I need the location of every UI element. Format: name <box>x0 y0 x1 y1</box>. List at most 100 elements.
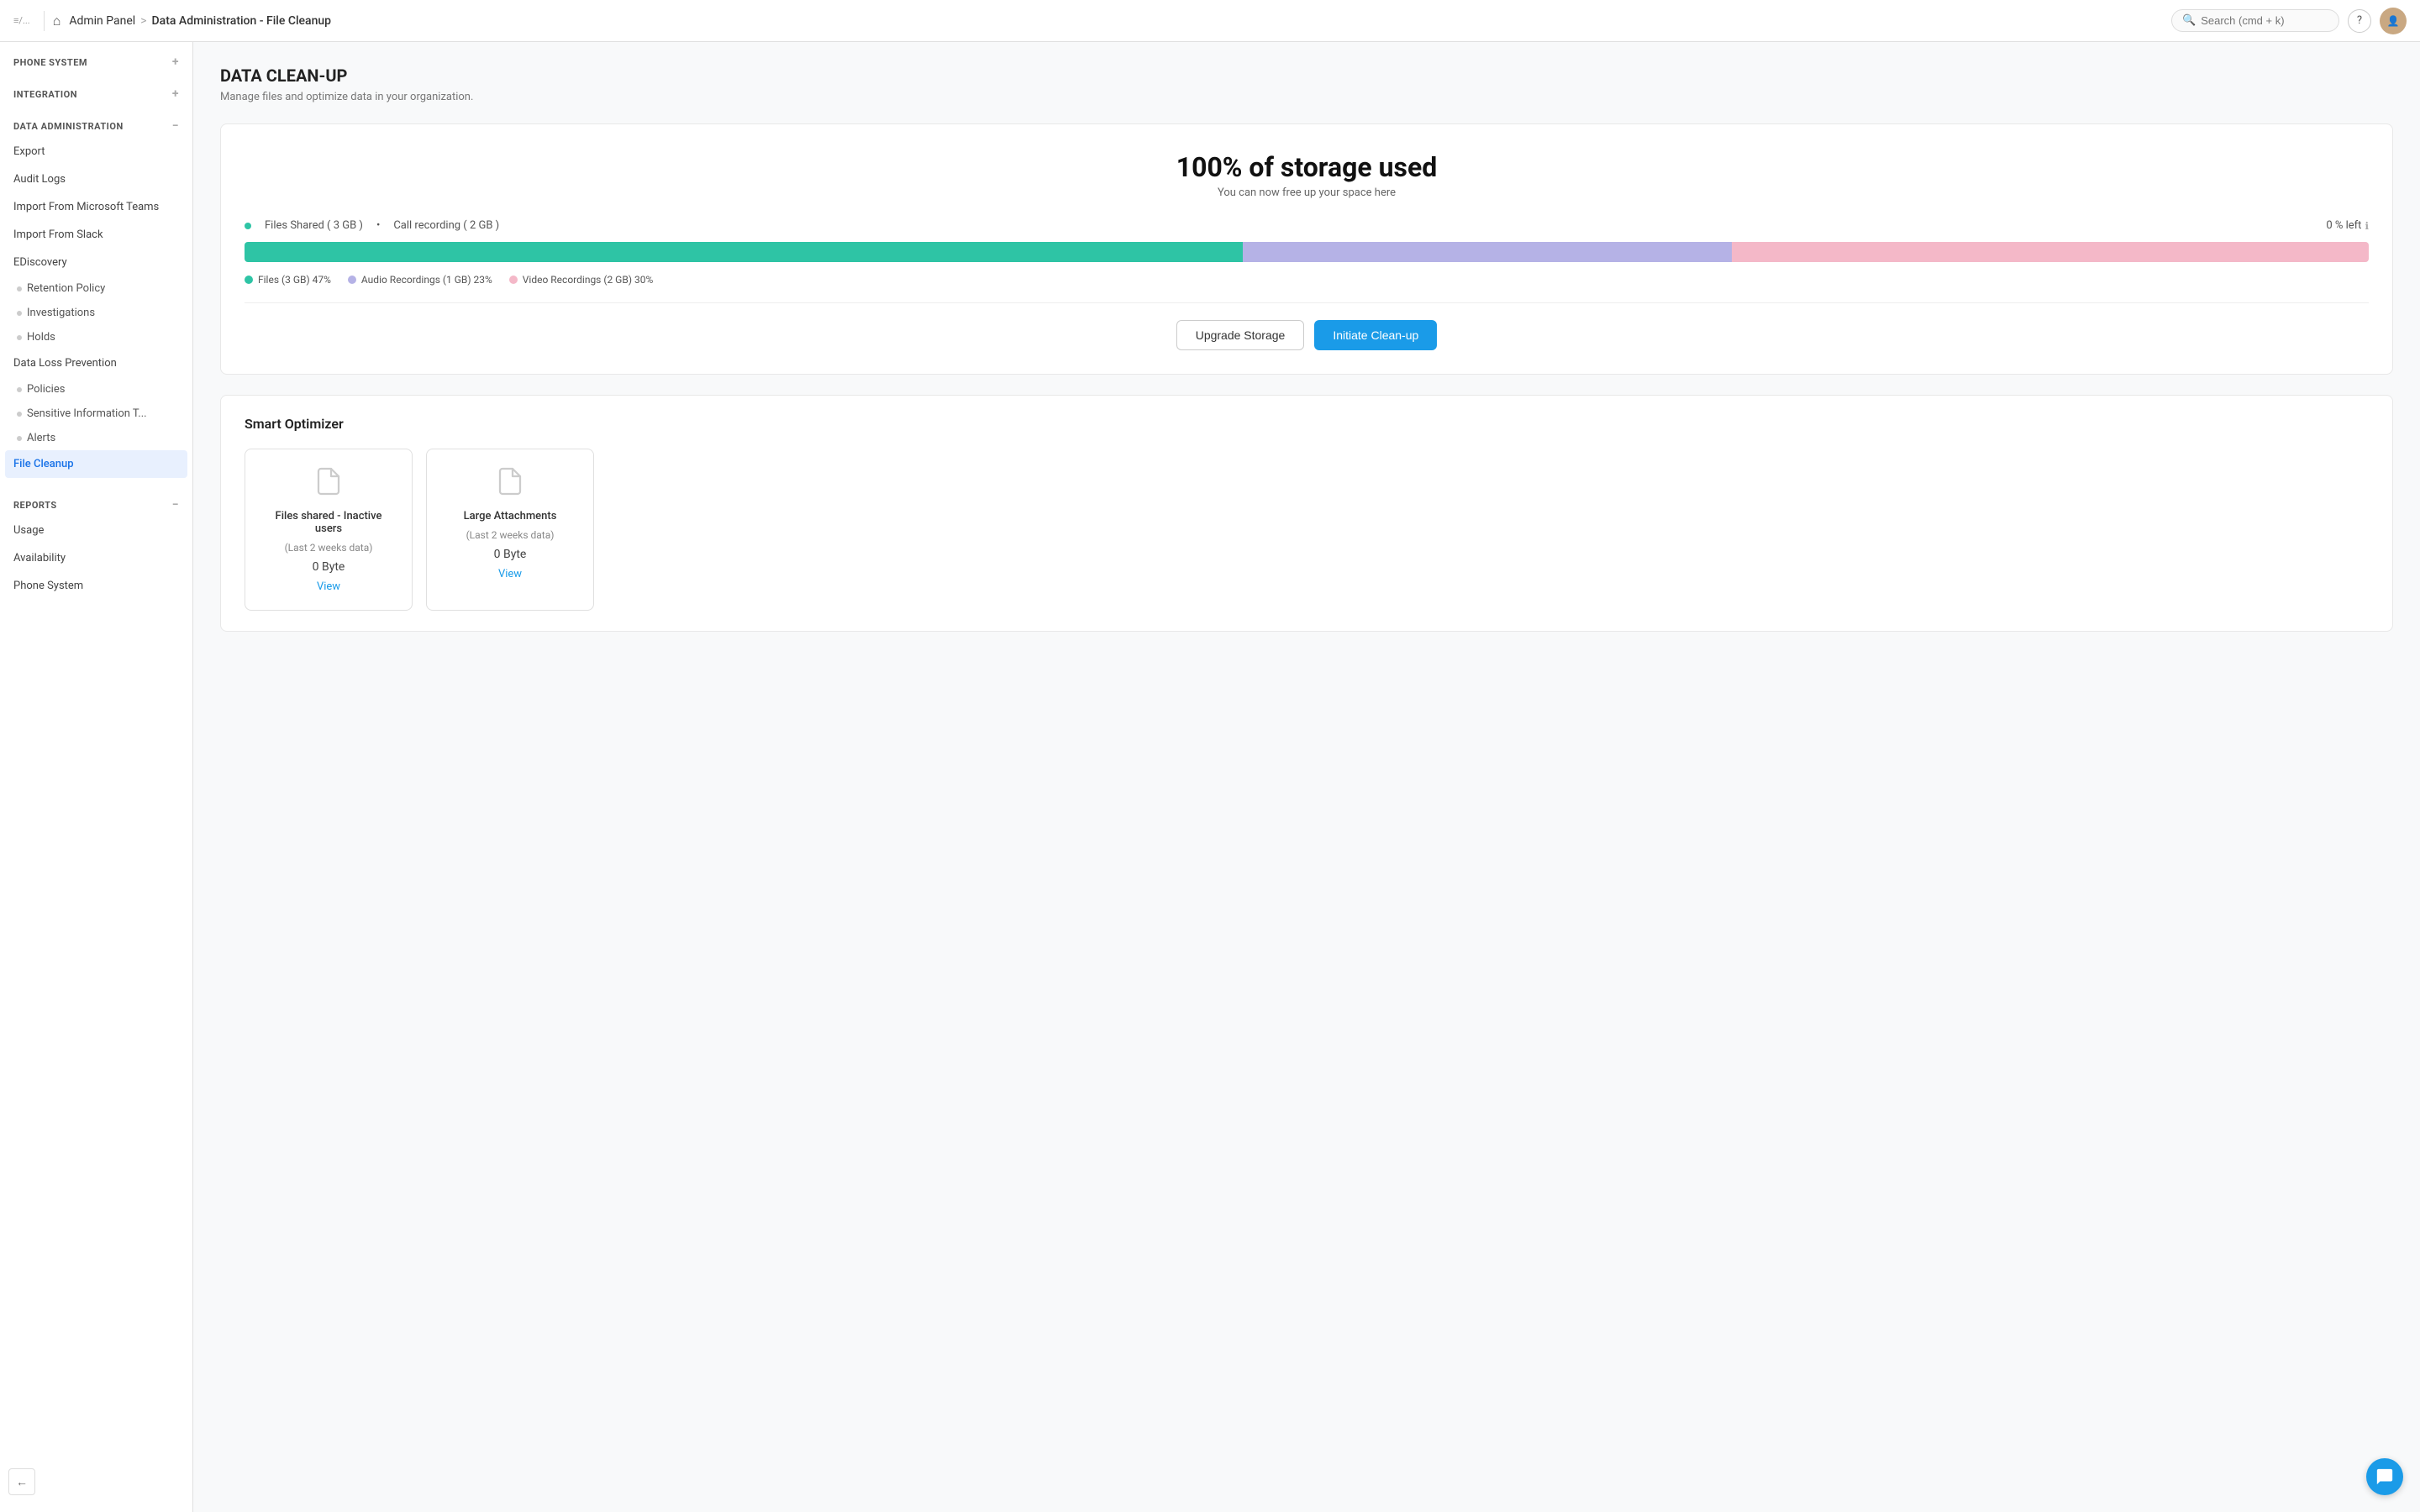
page-subtitle: Manage files and optimize data in your o… <box>220 91 2393 103</box>
bar-files <box>245 242 1243 262</box>
sidebar-item-retention-label: Retention Policy <box>27 282 105 295</box>
breadcrumb: Admin Panel > Data Administration - File… <box>69 14 331 28</box>
storage-percent: 100% of storage used <box>245 151 2369 183</box>
optimizer-section: Smart Optimizer Files shared - Inactive … <box>220 395 2393 632</box>
storage-actions: Upgrade Storage Initiate Clean-up <box>245 320 2369 350</box>
sidebar-item-dlp[interactable]: Data Loss Prevention <box>0 349 192 377</box>
avatar-initials: 👤 <box>2387 15 2400 27</box>
sidebar-item-alerts[interactable]: Alerts <box>0 426 192 450</box>
bar-video <box>1732 242 2369 262</box>
sidebar-item-investigations[interactable]: Investigations <box>0 301 192 325</box>
sidebar-item-phone-system[interactable]: Phone System <box>0 572 192 600</box>
breadcrumb-separator: > <box>140 14 146 28</box>
topbar-divider <box>44 11 45 31</box>
app-logo: ≡/... <box>13 15 30 26</box>
collapse-sidebar-button[interactable]: ← <box>8 1468 35 1495</box>
large-attachments-title: Large Attachments <box>464 510 557 522</box>
sidebar-item-policies-label: Policies <box>27 383 65 396</box>
sidebar-item-file-cleanup[interactable]: File Cleanup <box>5 450 187 478</box>
help-button[interactable]: ? <box>2348 9 2371 33</box>
sidebar-section-phone-toggle[interactable]: + <box>172 55 179 69</box>
sidebar-item-audit-logs[interactable]: Audit Logs <box>0 165 192 193</box>
sidebar-section-integration: INTEGRATION + <box>0 74 192 106</box>
breakdown-audio-label: Audio Recordings (1 GB) 23% <box>361 274 492 286</box>
breadcrumb-current: Data Administration - File Cleanup <box>152 14 332 28</box>
help-icon: ? <box>2357 14 2362 27</box>
sidebar-item-ediscovery[interactable]: EDiscovery <box>0 249 192 276</box>
storage-header: 100% of storage used You can now free up… <box>245 151 2369 199</box>
breakdown-files: Files (3 GB) 47% <box>245 274 331 286</box>
inactive-users-title: Files shared - Inactive users <box>262 510 395 535</box>
breakdown-video-label: Video Recordings (2 GB) 30% <box>523 274 653 286</box>
optimizer-card-inactive-users: Files shared - Inactive users (Last 2 we… <box>245 449 413 611</box>
breakdown-video-dot <box>509 276 518 284</box>
sidebar-item-import-slack-label: Import From Slack <box>13 228 103 241</box>
storage-breakdown: Files (3 GB) 47% Audio Recordings (1 GB)… <box>245 274 2369 286</box>
sidebar-item-investigations-label: Investigations <box>27 307 95 319</box>
bar-audio <box>1243 242 1731 262</box>
sidebar-item-export-label: Export <box>13 145 45 158</box>
sidebar-item-retention-policy[interactable]: Retention Policy <box>0 276 192 301</box>
storage-subtext: You can now free up your space here <box>245 186 2369 199</box>
sidebar-item-holds[interactable]: Holds <box>0 325 192 349</box>
legend-bullet: • <box>376 219 380 232</box>
sidebar-item-sensitive-info[interactable]: Sensitive Information T... <box>0 402 192 426</box>
sidebar-section-phone-label: PHONE SYSTEM <box>13 57 87 68</box>
file-icon-large <box>495 466 525 503</box>
sidebar-item-export[interactable]: Export <box>0 138 192 165</box>
sidebar-section-integration-label: INTEGRATION <box>13 89 77 100</box>
collapse-icon: ← <box>16 1475 28 1489</box>
chat-button[interactable] <box>2366 1458 2403 1495</box>
search-box[interactable]: 🔍 <box>2171 9 2339 32</box>
file-icon-inactive <box>313 466 344 503</box>
sidebar-item-import-slack[interactable]: Import From Slack <box>0 221 192 249</box>
percent-left-value: 0 % left <box>2326 219 2361 232</box>
sidebar-section-data-admin: DATA ADMINISTRATION − <box>0 106 192 138</box>
storage-card: 100% of storage used You can now free up… <box>220 123 2393 375</box>
storage-bar <box>245 242 2369 262</box>
main-content: DATA CLEAN-UP Manage files and optimize … <box>193 42 2420 1512</box>
sidebar: PHONE SYSTEM + INTEGRATION + DATA ADMINI… <box>0 42 193 1512</box>
sidebar-item-sensitive-label: Sensitive Information T... <box>27 407 147 420</box>
sidebar-section-reports-toggle[interactable]: − <box>172 498 179 512</box>
initiate-cleanup-button[interactable]: Initiate Clean-up <box>1314 320 1437 350</box>
sidebar-section-reports-label: REPORTS <box>13 500 57 511</box>
call-recording-label: Call recording ( 2 GB ) <box>393 219 499 232</box>
inactive-users-value: 0 Byte <box>313 560 345 574</box>
optimizer-card-large-attachments: Large Attachments (Last 2 weeks data) 0 … <box>426 449 594 611</box>
large-attachments-view-link[interactable]: View <box>498 568 522 580</box>
home-icon[interactable]: ⌂ <box>53 13 61 29</box>
large-attachments-value: 0 Byte <box>494 548 527 561</box>
breakdown-audio-dot <box>348 276 356 284</box>
breakdown-video: Video Recordings (2 GB) 30% <box>509 274 653 286</box>
search-icon: 🔍 <box>2182 14 2196 27</box>
sidebar-item-usage[interactable]: Usage <box>0 517 192 544</box>
optimizer-title: Smart Optimizer <box>245 416 2369 432</box>
inactive-users-subtitle: (Last 2 weeks data) <box>285 542 373 554</box>
storage-legend: Files Shared ( 3 GB ) • Call recording (… <box>245 219 2369 232</box>
storage-divider <box>245 302 2369 303</box>
sidebar-item-policies[interactable]: Policies <box>0 377 192 402</box>
avatar[interactable]: 👤 <box>2380 8 2407 34</box>
sidebar-item-file-cleanup-label: File Cleanup <box>13 458 74 470</box>
files-dot <box>245 223 251 229</box>
sidebar-section-data-toggle[interactable]: − <box>172 119 179 133</box>
sidebar-item-availability[interactable]: Availability <box>0 544 192 572</box>
topbar: ≡/... ⌂ Admin Panel > Data Administratio… <box>0 0 2420 42</box>
sidebar-section-data-label: DATA ADMINISTRATION <box>13 121 124 132</box>
sidebar-section-integration-toggle[interactable]: + <box>172 87 179 101</box>
upgrade-storage-button[interactable]: Upgrade Storage <box>1176 320 1305 350</box>
search-input[interactable] <box>2201 14 2318 27</box>
large-attachments-subtitle: (Last 2 weeks data) <box>466 529 555 541</box>
optimizer-cards: Files shared - Inactive users (Last 2 we… <box>245 449 2369 611</box>
sidebar-item-usage-label: Usage <box>13 524 44 537</box>
breakdown-files-dot <box>245 276 253 284</box>
breakdown-audio: Audio Recordings (1 GB) 23% <box>348 274 492 286</box>
sidebar-item-import-teams-label: Import From Microsoft Teams <box>13 201 159 213</box>
sidebar-item-dlp-label: Data Loss Prevention <box>13 357 117 370</box>
sidebar-item-ediscovery-label: EDiscovery <box>13 256 67 269</box>
sidebar-item-import-teams[interactable]: Import From Microsoft Teams <box>0 193 192 221</box>
inactive-users-view-link[interactable]: View <box>317 580 340 593</box>
breadcrumb-root[interactable]: Admin Panel <box>69 14 135 28</box>
files-shared-label: Files Shared ( 3 GB ) <box>265 219 363 232</box>
